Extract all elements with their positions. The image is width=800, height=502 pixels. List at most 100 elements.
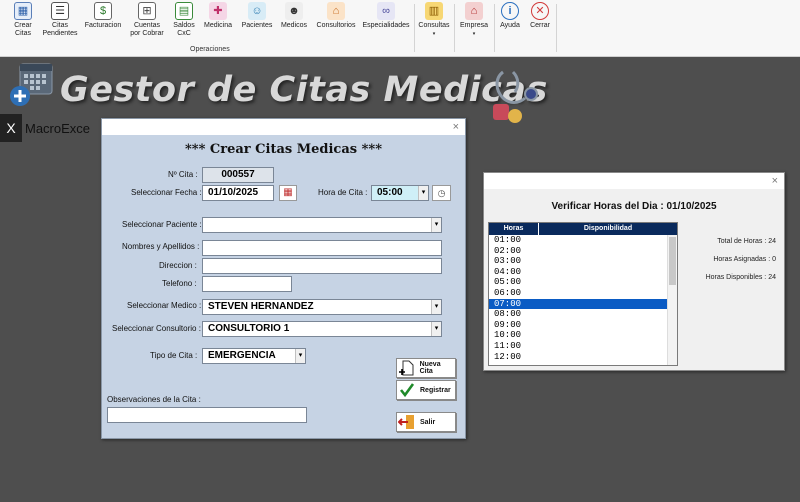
- verify-title: Verificar Horas del Dia : 01/10/2025: [551, 201, 717, 212]
- fecha-field[interactable]: 01/10/2025: [202, 185, 274, 201]
- hour-row[interactable]: 06:00: [489, 288, 667, 299]
- consultorio-select[interactable]: CONSULTORIO 1 ▾: [202, 321, 442, 337]
- nombres-field[interactable]: [202, 240, 442, 256]
- app-title: Gestor de Citas Medicas: [60, 70, 548, 110]
- pending-list-icon: ☰: [51, 2, 69, 20]
- verificar-horas-dialog: × Verificar Horas del Dia : 01/10/2025 H…: [483, 172, 785, 371]
- medicina-button[interactable]: ✚ Medicina: [202, 2, 234, 44]
- cerrar-button[interactable]: ✕ Cerrar: [527, 2, 553, 44]
- medico-label: Seleccionar Medico :: [127, 301, 202, 310]
- hour-row[interactable]: 09:00: [489, 320, 667, 331]
- dialog-titlebar: ×: [484, 173, 784, 189]
- ribbon-label: Ayuda: [500, 22, 520, 29]
- paciente-label: Seleccionar Paciente :: [122, 220, 202, 229]
- ribbon-label: Empresa: [459, 22, 488, 29]
- observaciones-field[interactable]: [107, 407, 307, 423]
- offices-icon: ⌂: [327, 2, 345, 20]
- invoice-icon: $: [94, 2, 112, 20]
- excel-x-icon: X: [0, 114, 22, 142]
- direccion-field[interactable]: [202, 258, 442, 274]
- total-horas-text: Total de Horas : 24: [717, 238, 776, 245]
- hours-listbox[interactable]: Horas Disponibilidad 01:00 02:00 03:00 04:0…: [488, 222, 678, 366]
- ribbon-label: Medicina: [203, 22, 232, 29]
- exit-door-icon: [397, 413, 417, 431]
- queries-icon: ▥: [425, 2, 443, 20]
- chevron-down-icon[interactable]: ▾: [431, 300, 441, 314]
- hour-row[interactable]: 03:00: [489, 256, 667, 267]
- facturacion-button[interactable]: $ Facturacion: [84, 2, 122, 44]
- hours-header: Horas Disponibilidad: [489, 223, 677, 235]
- hora-value: 05:00: [377, 187, 403, 198]
- empresa-button[interactable]: ⌂ Empresa ▾: [458, 2, 490, 44]
- chevron-down-icon[interactable]: ▾: [431, 218, 441, 232]
- medico-value: STEVEN HERNANDEZ: [208, 301, 314, 312]
- paciente-select[interactable]: ▾: [202, 217, 442, 233]
- cuentas-por-cobrar-button[interactable]: ⊞ Cuentas por Cobrar: [128, 2, 166, 44]
- hour-row[interactable]: 01:00: [489, 235, 667, 246]
- button-label: Nueva Cita: [419, 361, 441, 375]
- direccion-label: Direccion :: [159, 261, 197, 270]
- hour-row[interactable]: 08:00: [489, 309, 667, 320]
- crear-citas-dialog: × *** Crear Citas Medicas *** Nº Cita : …: [101, 118, 466, 439]
- form-title: *** Crear Citas Medicas ***: [184, 142, 382, 157]
- tipo-select[interactable]: EMERGENCIA ▾: [202, 348, 306, 364]
- clock-icon[interactable]: ◷: [432, 185, 451, 201]
- close-icon[interactable]: ×: [772, 173, 778, 189]
- chevron-down-icon[interactable]: ▾: [431, 322, 441, 336]
- chevron-down-icon[interactable]: ▾: [418, 186, 428, 200]
- info-icon: i: [501, 2, 519, 20]
- ribbon-separator: [414, 4, 415, 52]
- ribbon-group-label: Operaciones: [190, 46, 230, 53]
- chevron-down-icon[interactable]: ▾: [295, 349, 305, 363]
- saldos-cxc-button[interactable]: ▤ Saldos CxC: [170, 2, 198, 44]
- ribbon-label: Cuentas por Cobrar: [130, 22, 164, 37]
- consultorios-button[interactable]: ⌂ Consultorios: [314, 2, 358, 44]
- company-icon: ⌂: [465, 2, 483, 20]
- tipo-label: Tipo de Cita :: [150, 351, 198, 360]
- doctors-icon: ☻: [285, 2, 303, 20]
- new-document-icon: [397, 359, 417, 377]
- fecha-label: Seleccionar Fecha :: [131, 188, 202, 197]
- close-icon[interactable]: ×: [453, 119, 459, 135]
- checkmark-icon: [397, 381, 417, 399]
- citas-pendientes-button[interactable]: ☰ Citas Pendientes: [42, 2, 78, 44]
- ribbon-label: Crear Citas: [14, 22, 32, 37]
- patients-icon: ☺: [248, 2, 266, 20]
- nueva-cita-button[interactable]: Nueva Cita: [396, 358, 456, 378]
- registrar-button[interactable]: Registrar: [396, 380, 456, 400]
- hour-row[interactable]: 07:00: [489, 298, 667, 310]
- calendar-picker-icon[interactable]: ▦: [279, 185, 297, 201]
- hora-select[interactable]: 05:00 ▾: [371, 185, 429, 201]
- stethoscope-icon: ∞: [377, 2, 395, 20]
- hour-row[interactable]: 12:00: [489, 352, 667, 363]
- scrollbar-thumb[interactable]: [669, 237, 676, 285]
- ayuda-button[interactable]: i Ayuda: [497, 2, 523, 44]
- ribbon-label: Especialidades: [362, 22, 410, 29]
- calendar-add-icon: ▦: [14, 2, 32, 20]
- salir-button[interactable]: Salir: [396, 412, 456, 432]
- crear-citas-button[interactable]: ▦ Crear Citas: [10, 2, 36, 44]
- telefono-field[interactable]: [202, 276, 292, 292]
- column-header-disponibilidad: Disponibilidad: [583, 225, 633, 232]
- hour-row[interactable]: 04:00: [489, 267, 667, 278]
- medicos-button[interactable]: ☻ Medicos: [278, 2, 310, 44]
- consultorio-value: CONSULTORIO 1: [208, 323, 290, 334]
- medicine-icon: ✚: [209, 2, 227, 20]
- especialidades-button[interactable]: ∞ Especialidades: [362, 2, 410, 44]
- hour-row[interactable]: 02:00: [489, 246, 667, 257]
- medico-select[interactable]: STEVEN HERNANDEZ ▾: [202, 299, 442, 315]
- hora-label: Hora de Cita :: [318, 188, 368, 197]
- pacientes-button[interactable]: ☺ Pacientes: [240, 2, 274, 44]
- column-header-horas: Horas: [489, 223, 539, 235]
- hour-row[interactable]: 11:00: [489, 341, 667, 352]
- ribbon-toolbar: ▦ Crear Citas ☰ Citas Pendientes $ Factu…: [0, 0, 800, 57]
- button-label: Registrar: [420, 386, 451, 394]
- ribbon-label: Facturacion: [84, 22, 122, 29]
- calendar-logo-icon: [10, 63, 53, 106]
- telefono-label: Telefono :: [162, 279, 197, 288]
- hour-row[interactable]: 05:00: [489, 277, 667, 288]
- hour-row[interactable]: 10:00: [489, 330, 667, 341]
- consultas-button[interactable]: ▥ Consultas ▾: [418, 2, 450, 44]
- scrollbar[interactable]: [667, 235, 677, 365]
- balances-icon: ▤: [175, 2, 193, 20]
